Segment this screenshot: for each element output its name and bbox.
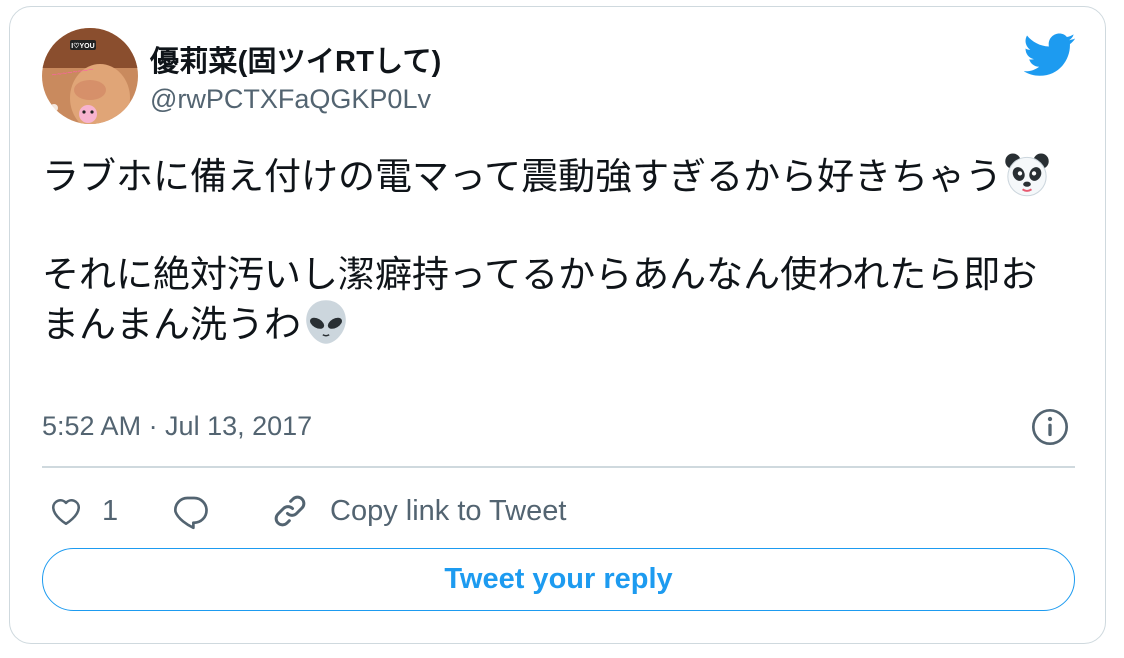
divider bbox=[42, 466, 1075, 468]
heart-icon bbox=[51, 499, 81, 526]
like-count: 1 bbox=[102, 494, 119, 527]
alien-emoji bbox=[306, 300, 346, 344]
reply-icon bbox=[174, 496, 208, 530]
tweet-text: ラブホに備え付けの電マって震動強すぎるから好きちゃう それに絶対汚いし潔癖持って… bbox=[42, 151, 1062, 349]
tweet-paragraph: ラブホに備え付けの電マって震動強すぎるから好きちゃう bbox=[42, 151, 1062, 201]
author-handle[interactable]: @rwPCTXFaQGKP0Lv bbox=[150, 84, 431, 115]
avatar-text: I♡YOU bbox=[71, 42, 94, 50]
like-button[interactable]: 1 bbox=[48, 489, 118, 533]
tweet-paragraph-text: それに絶対汚いし潔癖持ってるからあんなん使われたら即おまんまん洗うわ bbox=[42, 253, 1038, 346]
link-icon bbox=[274, 495, 306, 527]
tweet-card: I♡YOU ~~~~~~~~ 優莉菜(固ツイRTして) @rwPCTXFaQGK… bbox=[9, 6, 1106, 644]
copy-link-label: Copy link to Tweet bbox=[330, 494, 567, 527]
twitter-bird-icon[interactable] bbox=[1024, 33, 1076, 77]
avatar[interactable]: I♡YOU ~~~~~~~~ bbox=[42, 28, 138, 124]
copy-link-button[interactable]: Copy link to Tweet bbox=[270, 489, 566, 533]
tweet-paragraph-text: ラブホに備え付けの電マって震動強すぎるから好きちゃう bbox=[42, 155, 1003, 198]
tweet-your-reply-label: Tweet your reply bbox=[444, 563, 673, 595]
tweet-timestamp[interactable]: 5:52 AM · Jul 13, 2017 bbox=[42, 411, 312, 442]
tweet-paragraph: それに絶対汚いし潔癖持ってるからあんなん使われたら即おまんまん洗うわ bbox=[42, 250, 1062, 349]
panda-face-emoji bbox=[1005, 153, 1049, 197]
tweet-your-reply-button[interactable]: Tweet your reply bbox=[42, 548, 1075, 611]
author-display-name[interactable]: 優莉菜(固ツイRTして) bbox=[150, 38, 442, 80]
reply-button[interactable] bbox=[172, 489, 210, 533]
info-icon[interactable] bbox=[1030, 407, 1070, 447]
